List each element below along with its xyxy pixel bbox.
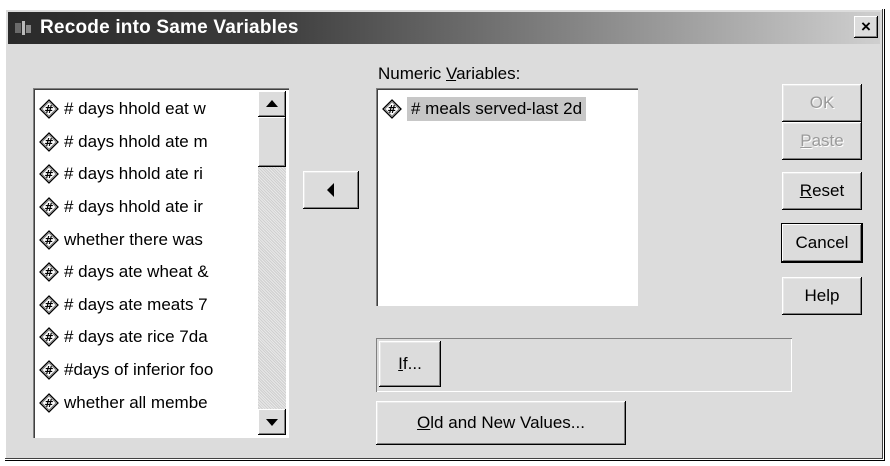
list-item[interactable]: # meals served-last 2d — [382, 94, 587, 124]
list-item[interactable]: # days hhold ate ri — [39, 158, 259, 191]
arrow-up-icon — [266, 100, 278, 107]
numeric-variable-icon — [39, 262, 59, 282]
if-button[interactable]: If... — [379, 341, 441, 387]
reset-button[interactable]: Reset — [782, 172, 862, 210]
list-item-label: # days hhold ate ir — [64, 197, 203, 217]
list-item-label: # days hhold ate m — [64, 131, 208, 151]
move-variable-button[interactable] — [303, 171, 359, 209]
help-button[interactable]: Help — [782, 277, 862, 315]
ok-button[interactable]: OK — [782, 84, 862, 122]
numeric-variable-icon — [382, 99, 402, 119]
list-item[interactable]: whether there was — [39, 223, 259, 256]
list-item-label: whether there was — [64, 229, 203, 249]
close-button[interactable]: × — [854, 16, 878, 38]
numeric-variable-icon — [39, 99, 59, 119]
numeric-variable-icon — [39, 230, 59, 250]
list-item-label: # days ate wheat & — [64, 262, 209, 282]
scroll-down-button[interactable] — [258, 409, 286, 435]
list-item-label: # days hhold ate ri — [64, 164, 203, 184]
list-item[interactable]: # days hhold ate m — [39, 126, 259, 159]
numeric-variable-icon — [39, 327, 59, 347]
window-title: Recode into Same Variables — [40, 17, 299, 38]
list-item-label: # meals served-last 2d — [407, 97, 587, 121]
list-item[interactable]: # days ate wheat & — [39, 256, 259, 289]
list-item[interactable]: # days hhold ate ir — [39, 191, 259, 224]
arrow-left-icon — [327, 183, 334, 197]
list-item-label: # days hhold eat w — [64, 99, 206, 119]
list-item[interactable]: #days of inferior foo — [39, 354, 259, 387]
numeric-variables-label: Numeric Variables: — [378, 64, 521, 83]
numeric-variable-icon — [39, 295, 59, 315]
source-variable-list[interactable]: # days hhold eat w # days hhold ate m # da… — [33, 88, 289, 438]
cancel-button[interactable]: Cancel — [782, 224, 862, 262]
list-item-label: whether all membe — [64, 392, 208, 412]
list-item-label: #days of inferior foo — [64, 360, 214, 380]
old-and-new-values-button[interactable]: Old and New Values... — [376, 401, 626, 445]
numeric-variable-icon — [39, 197, 59, 217]
list-item[interactable]: # days hhold eat w — [39, 93, 259, 126]
list-item[interactable]: whether all membe — [39, 386, 259, 419]
vertical-scrollbar[interactable] — [258, 91, 286, 435]
numeric-variable-icon — [39, 393, 59, 413]
title-bar[interactable]: Recode into Same Variables × — [8, 12, 880, 44]
numeric-variables-list[interactable]: # meals served-last 2d — [376, 88, 638, 306]
arrow-down-icon — [266, 419, 278, 426]
paste-button[interactable]: Paste — [782, 122, 862, 160]
scroll-thumb[interactable] — [258, 117, 286, 167]
list-item[interactable]: # days ate rice 7da — [39, 321, 259, 354]
list-item-label: # days ate meats 7 — [64, 294, 208, 314]
app-icon — [15, 21, 31, 35]
list-item[interactable]: # days ate meats 7 — [39, 289, 259, 322]
numeric-variable-icon — [39, 132, 59, 152]
numeric-variable-icon — [39, 164, 59, 184]
numeric-variable-icon — [39, 360, 59, 380]
scroll-up-button[interactable] — [258, 91, 286, 117]
list-item-label: # days ate rice 7da — [64, 327, 208, 347]
